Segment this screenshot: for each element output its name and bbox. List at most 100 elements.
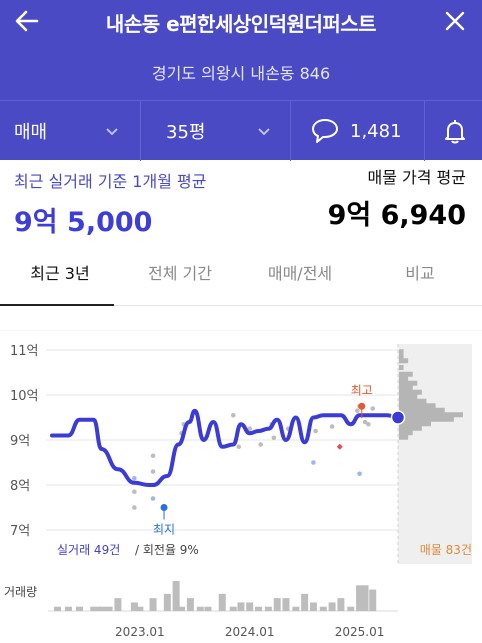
trade-dot [132, 505, 137, 510]
volume-bar [114, 598, 122, 611]
volume-bar [149, 598, 157, 611]
volume-bar [218, 593, 226, 611]
listing-bar [399, 385, 413, 391]
filter-bar: 매매 35평 1,481 [0, 100, 482, 161]
volume-bar [75, 606, 83, 611]
trade-dot [355, 408, 360, 414]
volume-bar [229, 606, 237, 611]
special-trade-dot [336, 443, 343, 450]
volume-bar [136, 606, 144, 611]
low-label: 최지 [153, 523, 175, 537]
y-tick-label: 8억 [10, 479, 30, 494]
chevron-down-icon [258, 128, 270, 136]
listing-bar [399, 349, 404, 355]
volume-bar [328, 602, 336, 611]
volume-bar [196, 606, 204, 611]
volume-bar [246, 602, 254, 611]
listing-bar [399, 398, 427, 404]
listing-bar [399, 380, 418, 386]
tab-recent-3-years[interactable]: 최근 3년 [0, 248, 120, 306]
trade-dot [370, 406, 376, 411]
y-tick-label: 10억 [10, 389, 39, 404]
chevron-down-icon [106, 128, 118, 136]
volume-bar [64, 606, 72, 611]
trade-type-label: 매매 [14, 122, 48, 143]
turnover-label: / 회전율 9% [135, 543, 199, 557]
listing-bar [399, 425, 422, 431]
listing-bar [399, 407, 445, 413]
trade-count-label: 실거래 49건 [57, 543, 120, 557]
y-tick-label: 11억 [10, 344, 39, 359]
area-label: 35평 [166, 122, 206, 143]
volume-bar [347, 606, 355, 611]
listing-bar [399, 376, 409, 382]
volume-bar [186, 598, 194, 611]
notification-button[interactable] [440, 101, 476, 161]
page-title: 내손동 e편한세상인덕원더퍼스트 [105, 12, 377, 36]
tab-sale-lease[interactable]: 매매/전세 [240, 248, 360, 306]
divider [140, 101, 141, 161]
high-label: 최고 [351, 383, 373, 397]
recent-trade-caption: 최근 실거래 기준 1개월 평균 [14, 172, 207, 191]
recent-trade-average: 9억 5,000 [14, 207, 153, 238]
trade-dot [150, 453, 156, 459]
listing-count-label: 매물 83건 [420, 543, 472, 557]
volume-bar [204, 606, 212, 611]
listing-bar [399, 430, 413, 436]
volume-label: 거래량 [4, 585, 37, 599]
trade-dot-highlight [357, 471, 362, 477]
back-button[interactable] [10, 4, 44, 38]
comments-button[interactable]: 1,481 [310, 101, 420, 161]
volume-bar [53, 606, 61, 611]
listing-bar [399, 412, 463, 418]
volume-bar [282, 598, 290, 611]
bell-icon [445, 120, 465, 144]
volume-bar [163, 593, 171, 611]
low-marker-dot [160, 504, 168, 511]
volume-bar [178, 606, 186, 611]
tab-compare[interactable]: 비교 [360, 248, 480, 306]
trade-dot [329, 424, 335, 429]
listing-bar [399, 365, 404, 370]
listing-region [398, 344, 472, 564]
volume-bar [369, 589, 377, 611]
listing-average-caption: 매물 가격 평균 [367, 168, 467, 187]
x-tick-label: 2025.01 [335, 625, 385, 639]
app-header: 내손동 e편한세상인덕원더퍼스트 경기도 의왕시 내손동 846 매매 35평 … [0, 0, 482, 161]
listing-bar [399, 358, 409, 364]
divider [290, 101, 291, 161]
trade-dot [236, 444, 242, 450]
volume-bar [273, 598, 281, 611]
volume-bar [105, 606, 113, 611]
listing-bar [399, 394, 418, 400]
close-icon [445, 11, 465, 31]
trade-dot [150, 469, 156, 474]
trade-dot-highlight [311, 460, 316, 465]
address-text: 경기도 의왕시 내손동 846 [151, 64, 331, 83]
trade-dot [258, 442, 263, 447]
x-tick-label: 2024.01 [225, 625, 275, 639]
period-tabs: 최근 3년 전체 기간 매매/전세 비교 [0, 248, 482, 306]
arrow-left-icon [15, 10, 39, 32]
volume-bar [309, 602, 317, 611]
trade-dot [230, 412, 236, 418]
price-trend-line [50, 408, 400, 487]
listing-bar [399, 416, 454, 422]
x-tick-label: 2023.01 [115, 625, 165, 639]
y-tick-label: 7억 [10, 524, 30, 539]
listing-bar [399, 353, 404, 359]
trade-dot-highlight [132, 475, 137, 481]
volume-bar [301, 593, 309, 611]
trade-dot [313, 428, 318, 434]
trade-dot [132, 489, 137, 495]
volume-bar [255, 606, 263, 611]
tab-all-period[interactable]: 전체 기간 [120, 248, 240, 306]
close-button[interactable] [438, 4, 472, 38]
header-top-bar: 내손동 e편한세상인덕원더퍼스트 [0, 0, 482, 44]
volume-bar [264, 606, 272, 611]
volume-bar [337, 598, 345, 611]
listing-bar [399, 371, 413, 377]
price-chart[interactable]: 11억 10억 9억 8억 7억 최고최지실거래 49건 / 회전율 9% 매물 83건거래량… [0, 330, 482, 643]
active-tab-indicator [0, 304, 114, 306]
volume-bar [361, 585, 369, 611]
